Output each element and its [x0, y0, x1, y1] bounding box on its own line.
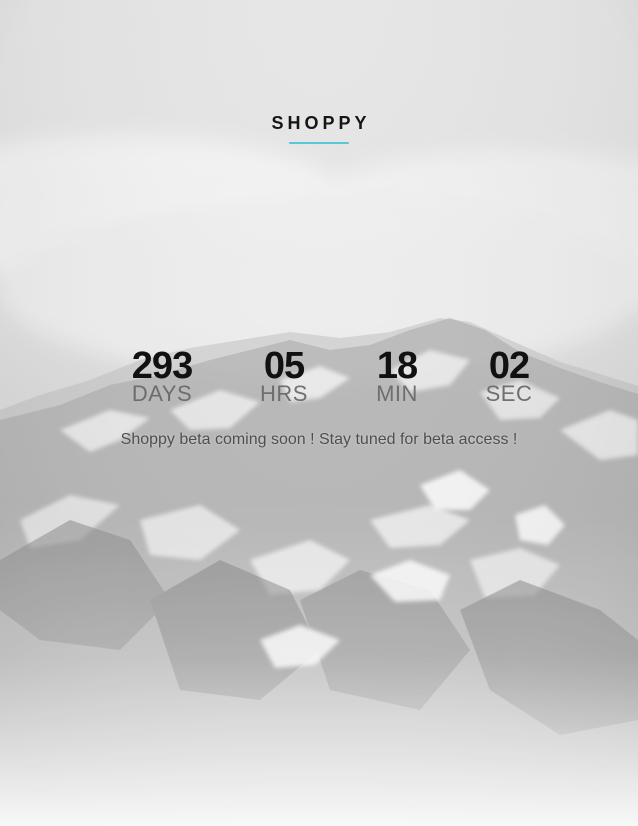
brand-header: SHOPPY [0, 112, 638, 144]
brand-underline [289, 142, 349, 144]
coming-soon-page: SHOPPY 293 DAYS 05 HRS 18 MIN 02 SEC Sho… [0, 0, 638, 826]
countdown-days: 293 DAYS [102, 344, 222, 406]
countdown-hours: 05 HRS [224, 344, 344, 406]
countdown-days-label: DAYS [131, 381, 193, 406]
brand-title: SHOPPY [271, 113, 371, 133]
beta-tagline: Shoppy beta coming soon ! Stay tuned for… [120, 431, 518, 448]
countdown-minutes: 18 MIN [337, 344, 457, 406]
countdown-timer: 293 DAYS 05 HRS 18 MIN 02 SEC [0, 344, 638, 424]
countdown-seconds: 02 SEC [449, 344, 569, 406]
countdown-minutes-label: MIN [376, 381, 418, 406]
countdown-seconds-label: SEC [485, 381, 533, 406]
countdown-hours-label: HRS [260, 381, 308, 406]
